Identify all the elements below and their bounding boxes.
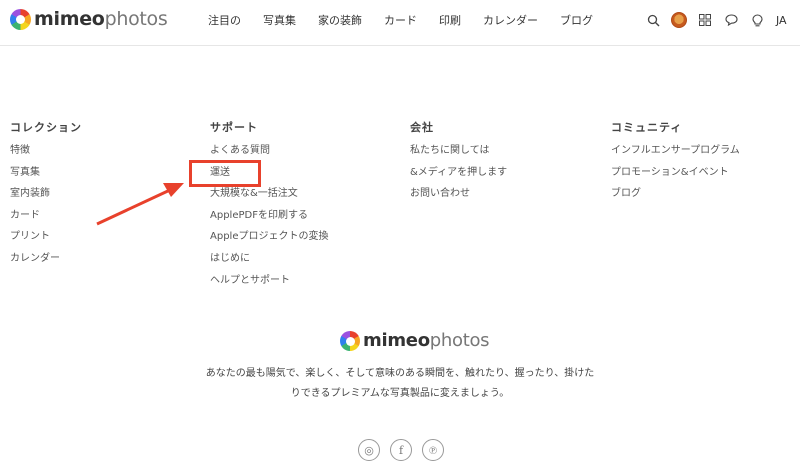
instagram-icon[interactable]: ◎ [358, 439, 380, 461]
logo-word-bold: mimeo [363, 330, 430, 351]
footer-logo[interactable]: mimeophotos [340, 330, 490, 351]
tagline-line-1: あなたの最も陽気で、楽しく、そして意味のある瞬間を、触れたり、握ったり、掛けた [205, 368, 595, 379]
logo-word-light: photos [429, 330, 490, 351]
logo-wordmark: mimeophotos [363, 330, 490, 351]
mimeo-logo-mark-icon [340, 330, 360, 351]
tagline-line-2: りできるプレミアムな写真製品に変えましょう。 [290, 388, 510, 399]
social-links: ◎ f ℗ [358, 439, 454, 461]
pinterest-icon[interactable]: ℗ [422, 439, 444, 461]
facebook-icon[interactable]: f [390, 439, 412, 461]
